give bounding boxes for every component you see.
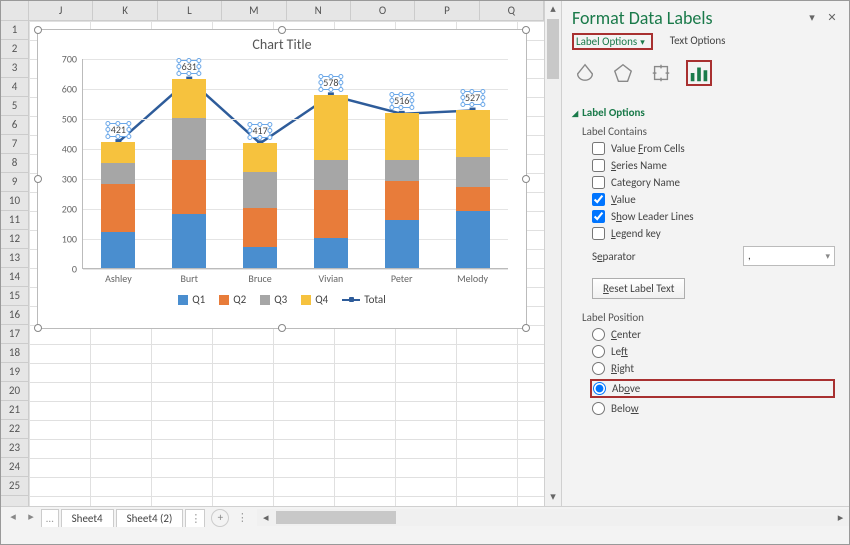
data-label-2[interactable]: 417 bbox=[249, 124, 270, 138]
size-properties-icon[interactable] bbox=[648, 60, 674, 86]
scroll-down-arrow[interactable]: ▾ bbox=[545, 489, 561, 506]
sheet-tab-left-overflow[interactable]: … bbox=[41, 509, 59, 527]
chk-legend-key[interactable]: Legend key bbox=[592, 227, 835, 240]
hscroll-left-arrow[interactable]: ◂ bbox=[257, 511, 274, 524]
vertical-scrollbar[interactable]: ▴ ▾ bbox=[544, 1, 561, 506]
sheet-tab-right-overflow[interactable]: ⋮ bbox=[185, 509, 205, 527]
row-header-22[interactable]: 22 bbox=[1, 420, 28, 439]
row-header-12[interactable]: 12 bbox=[1, 230, 28, 249]
tab-text-options[interactable]: Text Options bbox=[667, 33, 729, 50]
hscroll-thumb[interactable] bbox=[276, 511, 396, 524]
row-header-2[interactable]: 2 bbox=[1, 40, 28, 59]
row-header-15[interactable]: 15 bbox=[1, 287, 28, 306]
column-headers: JKLMNOPQ bbox=[1, 1, 544, 21]
scroll-up-arrow[interactable]: ▴ bbox=[545, 1, 561, 18]
row-header-23[interactable]: 23 bbox=[1, 439, 28, 458]
chk-series-name[interactable]: Series Name bbox=[592, 159, 835, 172]
chart-legend[interactable]: Q1Q2Q3Q4Total bbox=[38, 293, 526, 306]
worksheet-area: JKLMNOPQ 1234567891011121314151617181920… bbox=[1, 1, 544, 506]
row-header-7[interactable]: 7 bbox=[1, 135, 28, 154]
data-label-4[interactable]: 516 bbox=[391, 94, 412, 108]
section-label-options[interactable]: Label Options bbox=[572, 106, 835, 119]
pane-close-icon[interactable]: ✕ bbox=[825, 11, 839, 25]
group-label-contains: Label Contains bbox=[582, 125, 835, 138]
col-header-K[interactable]: K bbox=[93, 1, 157, 20]
format-data-labels-pane: Format Data Labels ▾ ✕ Label Options Tex… bbox=[561, 1, 849, 506]
row-header-25[interactable]: 25 bbox=[1, 477, 28, 496]
data-label-0[interactable]: 421 bbox=[108, 123, 129, 137]
scroll-thumb[interactable] bbox=[547, 19, 559, 79]
sheet-nav-prev[interactable]: ◂ bbox=[5, 510, 21, 526]
row-header-24[interactable]: 24 bbox=[1, 458, 28, 477]
data-label-1[interactable]: 631 bbox=[179, 60, 200, 74]
pane-title: Format Data Labels bbox=[572, 7, 799, 29]
row-header-1[interactable]: 1 bbox=[1, 21, 28, 40]
effects-icon[interactable] bbox=[610, 60, 636, 86]
bottom-bar: ◂ ▸ … Sheet4 Sheet4 (2) ⋮ + ⋮ ◂ ▸ bbox=[1, 506, 849, 544]
row-header-16[interactable]: 16 bbox=[1, 306, 28, 325]
row-header-20[interactable]: 20 bbox=[1, 382, 28, 401]
sheet-nav-next[interactable]: ▸ bbox=[23, 510, 39, 526]
reset-label-text-button[interactable]: Reset Label Text bbox=[592, 278, 685, 299]
pane-dropdown-icon[interactable]: ▾ bbox=[805, 11, 819, 25]
sheet-tab-2[interactable]: Sheet4 (2) bbox=[116, 509, 184, 527]
separator-label: Separator bbox=[592, 250, 636, 263]
sheet-tab-1[interactable]: Sheet4 bbox=[61, 509, 114, 527]
separator-select[interactable]: , bbox=[743, 246, 835, 266]
chk-value-from-cells[interactable]: Value From Cells bbox=[592, 142, 835, 155]
col-header-M[interactable]: M bbox=[222, 1, 286, 20]
row-header-3[interactable]: 3 bbox=[1, 59, 28, 78]
chk-value[interactable]: Value bbox=[592, 193, 835, 206]
col-header-L[interactable]: L bbox=[158, 1, 222, 20]
row-header-21[interactable]: 21 bbox=[1, 401, 28, 420]
col-header-N[interactable]: N bbox=[287, 1, 351, 20]
cells-grid[interactable]: Chart Title 0100200300400500600700Ashley… bbox=[29, 21, 544, 506]
row-headers: 1234567891011121314151617181920212223242… bbox=[1, 21, 29, 506]
data-label-5[interactable]: 527 bbox=[462, 91, 483, 105]
chk-category-name[interactable]: Category Name bbox=[592, 176, 835, 189]
data-label-3[interactable]: 578 bbox=[320, 76, 341, 90]
row-header-17[interactable]: 17 bbox=[1, 325, 28, 344]
chart-plot-area[interactable]: 0100200300400500600700AshleyBurtBruceViv… bbox=[82, 59, 508, 269]
col-header-P[interactable]: P bbox=[415, 1, 479, 20]
row-header-13[interactable]: 13 bbox=[1, 249, 28, 268]
row-header-19[interactable]: 19 bbox=[1, 363, 28, 382]
rad-below[interactable]: Below bbox=[592, 402, 835, 415]
row-header-10[interactable]: 10 bbox=[1, 192, 28, 211]
rad-right[interactable]: Right bbox=[592, 362, 835, 375]
tab-label-options[interactable]: Label Options bbox=[572, 33, 653, 50]
row-header-6[interactable]: 6 bbox=[1, 116, 28, 135]
hscroll-right-arrow[interactable]: ▸ bbox=[832, 511, 849, 524]
group-label-position: Label Position bbox=[582, 311, 835, 324]
rad-left[interactable]: Left bbox=[592, 345, 835, 358]
col-header-Q[interactable]: Q bbox=[480, 1, 544, 20]
col-header-O[interactable]: O bbox=[351, 1, 415, 20]
rad-above[interactable]: Above bbox=[590, 379, 835, 398]
hscroll-track[interactable] bbox=[276, 509, 830, 526]
label-options-icon[interactable] bbox=[686, 60, 712, 86]
chk-show-leader-lines[interactable]: Show Leader Lines bbox=[592, 210, 835, 223]
row-header-18[interactable]: 18 bbox=[1, 344, 28, 363]
rad-center[interactable]: Center bbox=[592, 328, 835, 341]
row-header-14[interactable]: 14 bbox=[1, 268, 28, 287]
add-sheet-button[interactable]: + bbox=[211, 509, 229, 527]
col-header-J[interactable]: J bbox=[29, 1, 93, 20]
row-header-5[interactable]: 5 bbox=[1, 97, 28, 116]
fill-line-icon[interactable] bbox=[572, 60, 598, 86]
row-header-4[interactable]: 4 bbox=[1, 78, 28, 97]
row-header-8[interactable]: 8 bbox=[1, 154, 28, 173]
row-header-11[interactable]: 11 bbox=[1, 211, 28, 230]
row-header-9[interactable]: 9 bbox=[1, 173, 28, 192]
embedded-chart[interactable]: Chart Title 0100200300400500600700Ashley… bbox=[37, 29, 527, 329]
